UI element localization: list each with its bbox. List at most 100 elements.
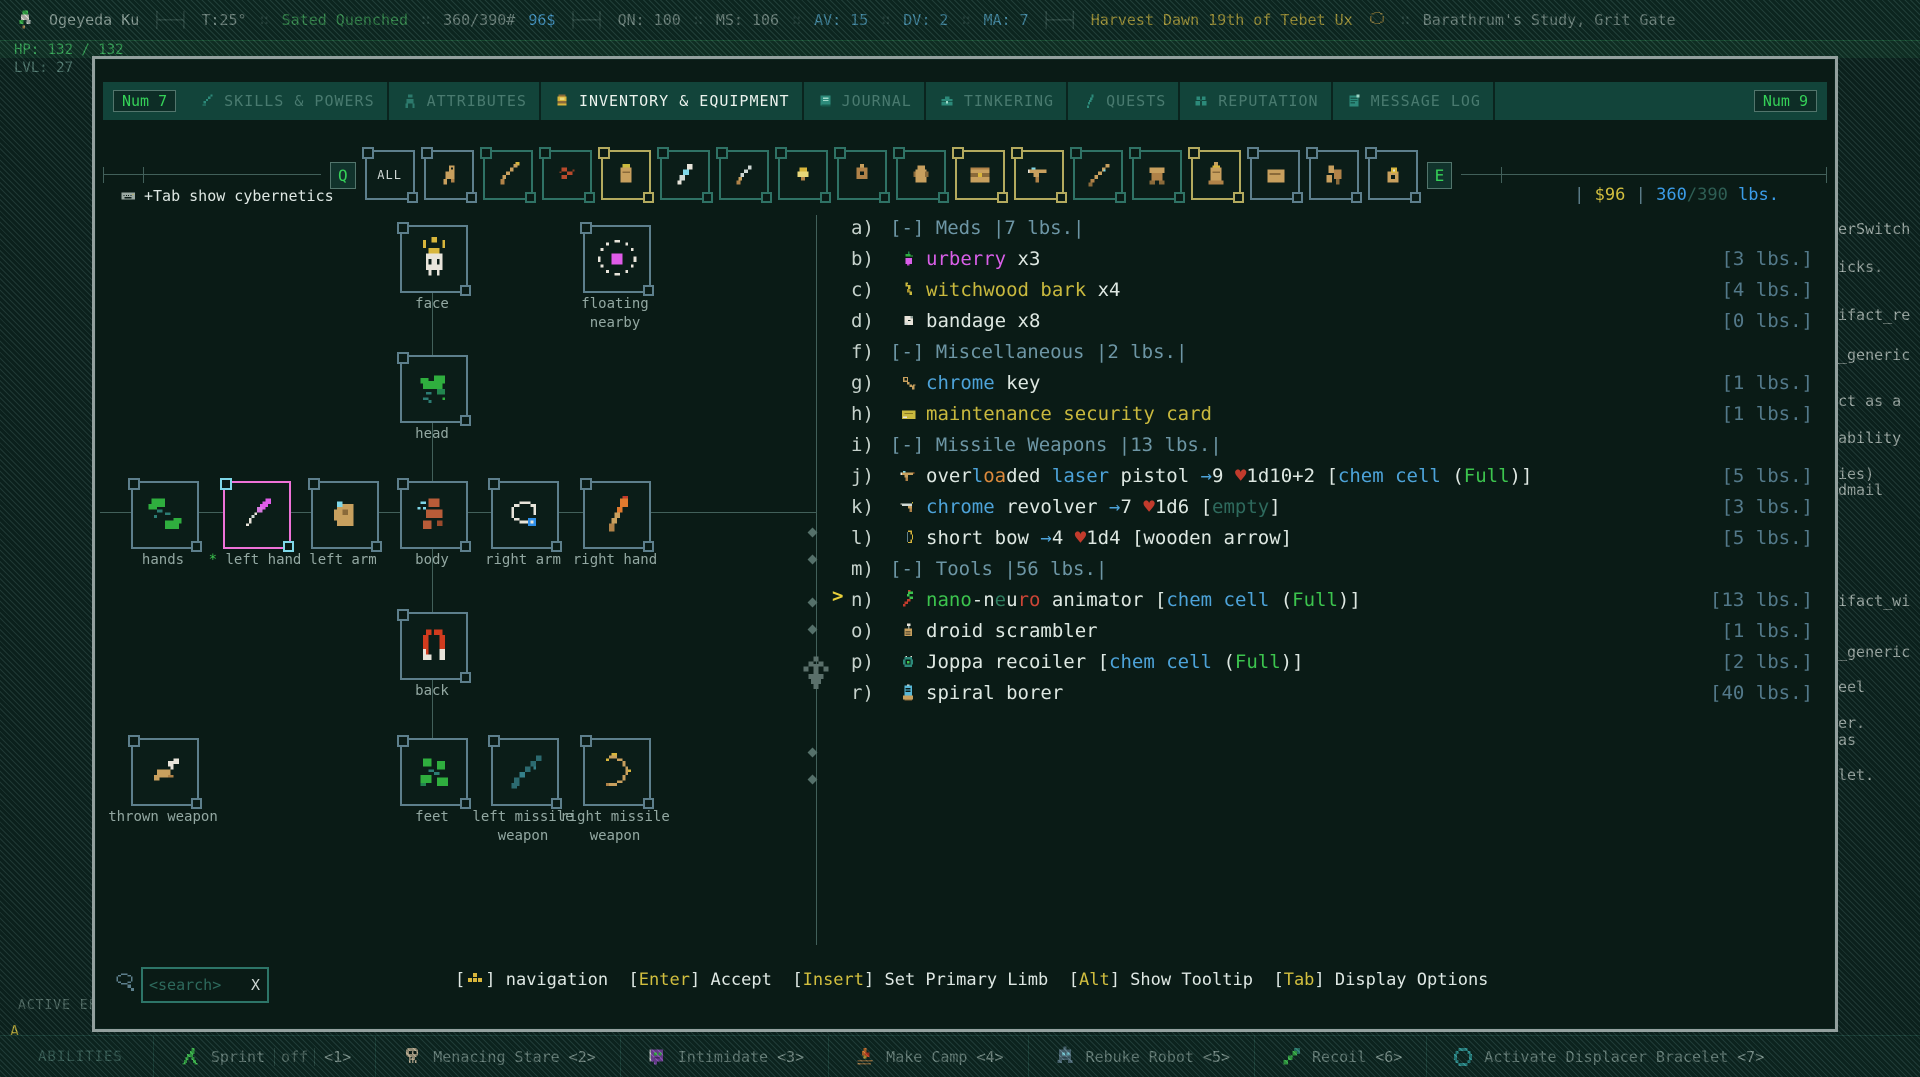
- ability-button[interactable]: Intimidate <3>: [619, 1036, 828, 1077]
- tab-skills-powers[interactable]: SKILLS & POWERS: [186, 82, 389, 120]
- ability-button[interactable]: Make Camp <4>: [828, 1036, 1027, 1077]
- ability-button[interactable]: Recoil <6>: [1254, 1036, 1426, 1077]
- search-input[interactable]: [143, 976, 244, 994]
- inventory-section-header[interactable]: m) [-] Tools |56 lbs.|: [851, 553, 1813, 584]
- cybernetics-hint-text: +Tab show cybernetics: [144, 187, 334, 205]
- cybernetics-hint: +Tab show cybernetics: [119, 187, 334, 205]
- item-name-segment: →: [1200, 464, 1213, 487]
- tab-message-log[interactable]: MESSAGE LOG: [1333, 82, 1495, 120]
- equipment-slot-thrown-weapon[interactable]: [128, 735, 202, 809]
- equipment-slot-left-arm[interactable]: [308, 478, 382, 552]
- filter-category-staff-icon[interactable]: [479, 147, 536, 203]
- equipment-slot-left-missile-weapon[interactable]: [488, 735, 562, 809]
- filter-category-cloth-icon[interactable]: [1305, 147, 1362, 203]
- status-segment: 360/390#: [443, 11, 516, 29]
- filter-all-button[interactable]: ALL: [361, 147, 418, 203]
- filter-category-card-cat-icon[interactable]: [1246, 147, 1303, 203]
- inventory-item-row[interactable]: r) spiral borer [40 lbs.]: [851, 677, 1813, 708]
- equipment-slot-left-hand[interactable]: [220, 478, 294, 552]
- slot-label-floating-nearby: floating nearby: [560, 295, 670, 333]
- equipment-slot-right-hand[interactable]: [580, 478, 654, 552]
- pistol-icon: [1027, 167, 1047, 183]
- ability-label: Intimidate: [677, 1048, 769, 1066]
- search-clear-button[interactable]: X: [244, 976, 267, 994]
- status-segment: Ogeyeda Ku: [49, 11, 140, 29]
- item-name-segment: urberry: [926, 247, 1007, 270]
- filter-category-chest-icon[interactable]: [951, 147, 1008, 203]
- inventory-section-header[interactable]: a) [-] Meds |7 lbs.|: [851, 212, 1813, 243]
- inventory-item-row[interactable]: b) urberry x3 [3 lbs.]: [851, 243, 1813, 274]
- inventory-item-row[interactable]: l) short bow → 4 ♥ 1d4 [wooden arrow] [5 lbs…: [851, 522, 1813, 553]
- item-name-segment: chrome: [926, 371, 995, 394]
- filter-category-ring-icon[interactable]: [1364, 147, 1421, 203]
- quest-icon: [1086, 94, 1094, 108]
- item-name-segment: witchwood bark: [926, 278, 1087, 301]
- ability-button[interactable]: Menacing Stare <2>: [375, 1036, 620, 1077]
- filter-category-amulet-icon[interactable]: [833, 147, 890, 203]
- equipment-slot-right-missile-weapon[interactable]: [580, 735, 654, 809]
- filter-category-rifle-icon[interactable]: [1069, 147, 1126, 203]
- tab-inventory-equipment[interactable]: INVENTORY & EQUIPMENT: [541, 82, 804, 120]
- item-name-segment: x8: [1006, 309, 1041, 332]
- item-name-segment: empty: [1212, 495, 1270, 518]
- tab-journal[interactable]: JOURNAL: [804, 82, 926, 120]
- filter-category-syringe-icon[interactable]: [656, 147, 713, 203]
- slot-label-text: back: [415, 683, 449, 699]
- ability-label: Activate Displacer Bracelet: [1484, 1048, 1729, 1066]
- filter-category-gem-icon[interactable]: [774, 147, 831, 203]
- inventory-section-header[interactable]: f) [-] Miscellaneous |2 lbs.|: [851, 336, 1813, 367]
- filter-category-vase-icon[interactable]: [1187, 147, 1244, 203]
- slot-label-text: body: [415, 552, 449, 568]
- equipment-slot-hands[interactable]: [128, 478, 202, 552]
- equipment-slot-body[interactable]: [397, 478, 471, 552]
- item-name-segment: n: [983, 588, 995, 611]
- scrambler-icon: [904, 623, 912, 636]
- equipment-slot-right-arm[interactable]: [488, 478, 562, 552]
- inventory-section-header[interactable]: i) [-] Missile Weapons |13 lbs.|: [851, 429, 1813, 460]
- search-box[interactable]: X: [141, 967, 269, 1003]
- inventory-item-row[interactable]: h) maintenance security card [1 lbs.]: [851, 398, 1813, 429]
- tab-reputation[interactable]: REPUTATION: [1180, 82, 1333, 120]
- slot-label-head: head: [377, 425, 487, 444]
- mask-icon: [423, 237, 445, 276]
- filter-category-pistol-icon[interactable]: [1010, 147, 1067, 203]
- equipment-slot-back[interactable]: [397, 609, 471, 683]
- equipment-slot-face[interactable]: [397, 222, 471, 296]
- ability-button[interactable]: Sprint off <1>: [152, 1036, 375, 1077]
- inventory-item-row[interactable]: g) chrome key [1 lbs.]: [851, 367, 1813, 398]
- item-name-segment: [wooden arrow]: [1131, 526, 1293, 549]
- filter-category-creature-icon[interactable]: [420, 147, 477, 203]
- equipment-slot-floating-nearby[interactable]: [580, 222, 654, 296]
- filter-category-armor-cat-icon[interactable]: [1128, 147, 1185, 203]
- inventory-item-row[interactable]: > n) nano - n e u ro animator [chem cell (Full)…: [832, 584, 1813, 615]
- slot-label-text: right hand: [572, 552, 658, 568]
- filter-category-jug-icon[interactable]: [892, 147, 949, 203]
- item-name-segment: ♥: [1234, 464, 1247, 487]
- slot-label-back: back: [377, 682, 487, 701]
- item-letter: r): [851, 681, 874, 704]
- help-segment: Alt: [1078, 970, 1110, 990]
- filter-category-ant-icon[interactable]: [538, 147, 595, 203]
- revolver-icon: [900, 501, 913, 512]
- inventory-item-row[interactable]: o) droid scrambler [1 lbs.]: [851, 615, 1813, 646]
- section-header-text: [-] Tools |56 lbs.|: [890, 557, 1108, 580]
- tab-quests[interactable]: QUESTS: [1068, 82, 1181, 120]
- inventory-item-row[interactable]: j) over l oa ded laser pistol → 9 ♥ 1d10+2 [ch…: [851, 460, 1813, 491]
- animator-icon: [903, 589, 913, 606]
- tab-attributes[interactable]: ATTRIBUTES: [389, 82, 541, 120]
- inventory-item-row[interactable]: k) chrome revolver → 7 ♥ 1d6 [empty] [3 lbs.…: [851, 491, 1813, 522]
- equipment-slot-feet[interactable]: [397, 735, 471, 809]
- ability-button[interactable]: Rebuke Robot <5>: [1027, 1036, 1254, 1077]
- shortbow-icon: [906, 530, 913, 543]
- inventory-item-row[interactable]: p) Joppa recoiler [chem cell (Full)] [2 lb…: [851, 646, 1813, 677]
- inventory-item-row[interactable]: c) witchwood bark x4 [4 lbs.]: [851, 274, 1813, 305]
- ability-bar: ABILITIES Sprint off <1> Menacing Stare <2> In…: [0, 1035, 1920, 1077]
- slot-connector: [555, 512, 583, 513]
- ability-button[interactable]: Activate Displacer Bracelet <7>: [1426, 1036, 1788, 1077]
- item-name-segment: ro: [1017, 588, 1041, 611]
- filter-category-knife-icon[interactable]: [715, 147, 772, 203]
- tab-tinkering[interactable]: TINKERING: [926, 82, 1069, 120]
- inventory-item-row[interactable]: d) bandage x8 [0 lbs.]: [851, 305, 1813, 336]
- filter-category-jar-icon[interactable]: [597, 147, 654, 203]
- equipment-slot-head[interactable]: [397, 352, 471, 426]
